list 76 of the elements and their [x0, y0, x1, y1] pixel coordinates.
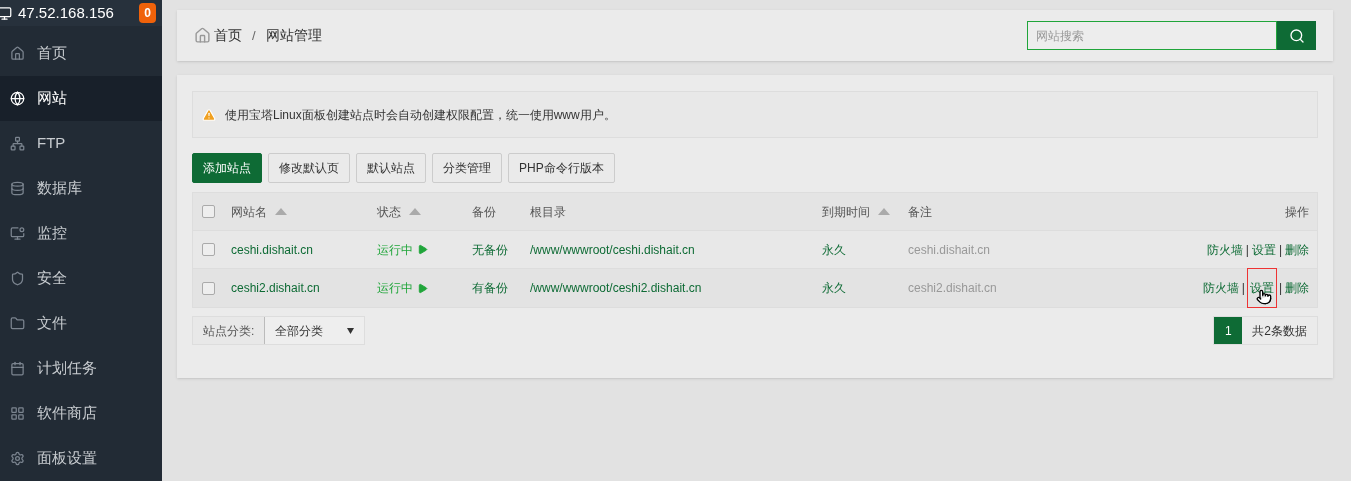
- sidebar-item[interactable]: FTP: [0, 121, 162, 166]
- sidebar-item[interactable]: 面板设置: [0, 436, 162, 481]
- row-checkbox[interactable]: [202, 281, 215, 295]
- toolbar-button[interactable]: PHP命令行版本: [508, 153, 615, 183]
- action-link[interactable]: 设置: [1251, 242, 1276, 257]
- action-link[interactable]: 删除: [1285, 281, 1309, 295]
- sidebar-item[interactable]: 软件商店: [0, 391, 162, 436]
- category-select[interactable]: 全部分类: [264, 317, 365, 344]
- remark-text: ceshi.dishait.cn: [908, 241, 991, 259]
- network-icon: [10, 136, 25, 151]
- globe-icon: [10, 91, 25, 106]
- toolbar-button[interactable]: 默认站点: [356, 153, 426, 183]
- breadcrumb-link[interactable]: 首页: [214, 25, 242, 46]
- select-all-checkbox[interactable]: [202, 205, 215, 218]
- root-path-link[interactable]: /www/wwwroot/ceshi.dishait.cn: [530, 240, 695, 259]
- column-header: 备注: [908, 203, 932, 221]
- action-link[interactable]: 删除: [1285, 242, 1309, 257]
- action-link[interactable]: 防火墙: [1206, 242, 1243, 257]
- action-link[interactable]: 设置: [1249, 281, 1274, 295]
- toolbar-button[interactable]: 分类管理: [432, 153, 502, 183]
- server-icon: [0, 5, 12, 21]
- column-header: 操作: [1285, 203, 1309, 221]
- toolbar-button[interactable]: 添加站点: [192, 153, 262, 183]
- sidebar-item[interactable]: 数据库: [0, 166, 162, 211]
- toolbar-button[interactable]: 修改默认页: [268, 153, 350, 183]
- remark-text: ceshi2.dishait.cn: [908, 280, 997, 297]
- total-count: 共2条数据: [1251, 322, 1308, 340]
- breadcrumb-separator: /: [252, 26, 256, 45]
- action-separator: |: [1244, 241, 1250, 259]
- expiry-text: 永久: [822, 280, 846, 297]
- sort-arrow-icon[interactable]: [409, 208, 421, 215]
- sort-arrow-icon[interactable]: [275, 208, 287, 215]
- search-icon: [1288, 27, 1305, 44]
- backup-link[interactable]: 有备份: [472, 279, 508, 297]
- row-checkbox[interactable]: [202, 243, 215, 256]
- sidebar-item[interactable]: 安全: [0, 256, 162, 301]
- search-field[interactable]: 网站搜索: [1027, 21, 1277, 50]
- notice-text: 使用宝塔Linux面板创建站点时会自动创建权限配置，统一使用www用户。: [225, 106, 616, 124]
- breadcrumb-current: 网站管理: [265, 26, 322, 45]
- shield-icon: [10, 271, 25, 286]
- action-separator: |: [1277, 280, 1283, 297]
- database-icon: [10, 181, 25, 196]
- page-button[interactable]: 1: [1214, 317, 1243, 344]
- sidebar-item[interactable]: 文件: [0, 301, 162, 346]
- backup-link[interactable]: 无备份: [472, 240, 508, 259]
- search-button[interactable]: [1277, 21, 1316, 50]
- sort-arrow-icon[interactable]: [878, 208, 890, 215]
- expiry-text: 永久: [822, 241, 846, 259]
- sidebar-item[interactable]: 首页: [0, 31, 162, 76]
- site-name-link[interactable]: ceshi2.dishait.cn: [231, 279, 320, 297]
- server-ip: 47.52.168.156: [18, 2, 114, 23]
- site-name-link[interactable]: ceshi.dishait.cn: [231, 240, 314, 259]
- folder-icon: [10, 316, 25, 331]
- column-header[interactable]: 状态: [377, 202, 401, 221]
- grid-icon: [10, 406, 25, 421]
- column-header[interactable]: 网站名: [231, 202, 267, 221]
- home-icon: [194, 27, 211, 44]
- chart-icon: [10, 226, 25, 241]
- column-header: 根目录: [530, 203, 566, 221]
- action-separator: |: [1277, 241, 1283, 259]
- column-header[interactable]: 到期时间: [822, 202, 870, 221]
- sidebar-item[interactable]: 网站: [0, 76, 162, 121]
- sidebar-item[interactable]: 计划任务: [0, 346, 162, 391]
- play-icon[interactable]: [417, 282, 428, 294]
- sidebar-item[interactable]: 监控: [0, 211, 162, 256]
- action-separator: |: [1240, 280, 1246, 297]
- dropdown-caret-icon: [347, 327, 355, 334]
- play-icon[interactable]: [417, 244, 428, 255]
- home-icon: [10, 46, 25, 61]
- filter-label: 站点分类:: [202, 322, 256, 340]
- calendar-icon: [10, 361, 25, 376]
- action-link[interactable]: 防火墙: [1202, 281, 1239, 295]
- root-path-link[interactable]: /www/wwwroot/ceshi2.dishait.cn: [530, 279, 702, 297]
- column-header: 备份: [472, 203, 496, 221]
- warning-icon: [202, 107, 216, 122]
- settings-icon: [10, 451, 25, 466]
